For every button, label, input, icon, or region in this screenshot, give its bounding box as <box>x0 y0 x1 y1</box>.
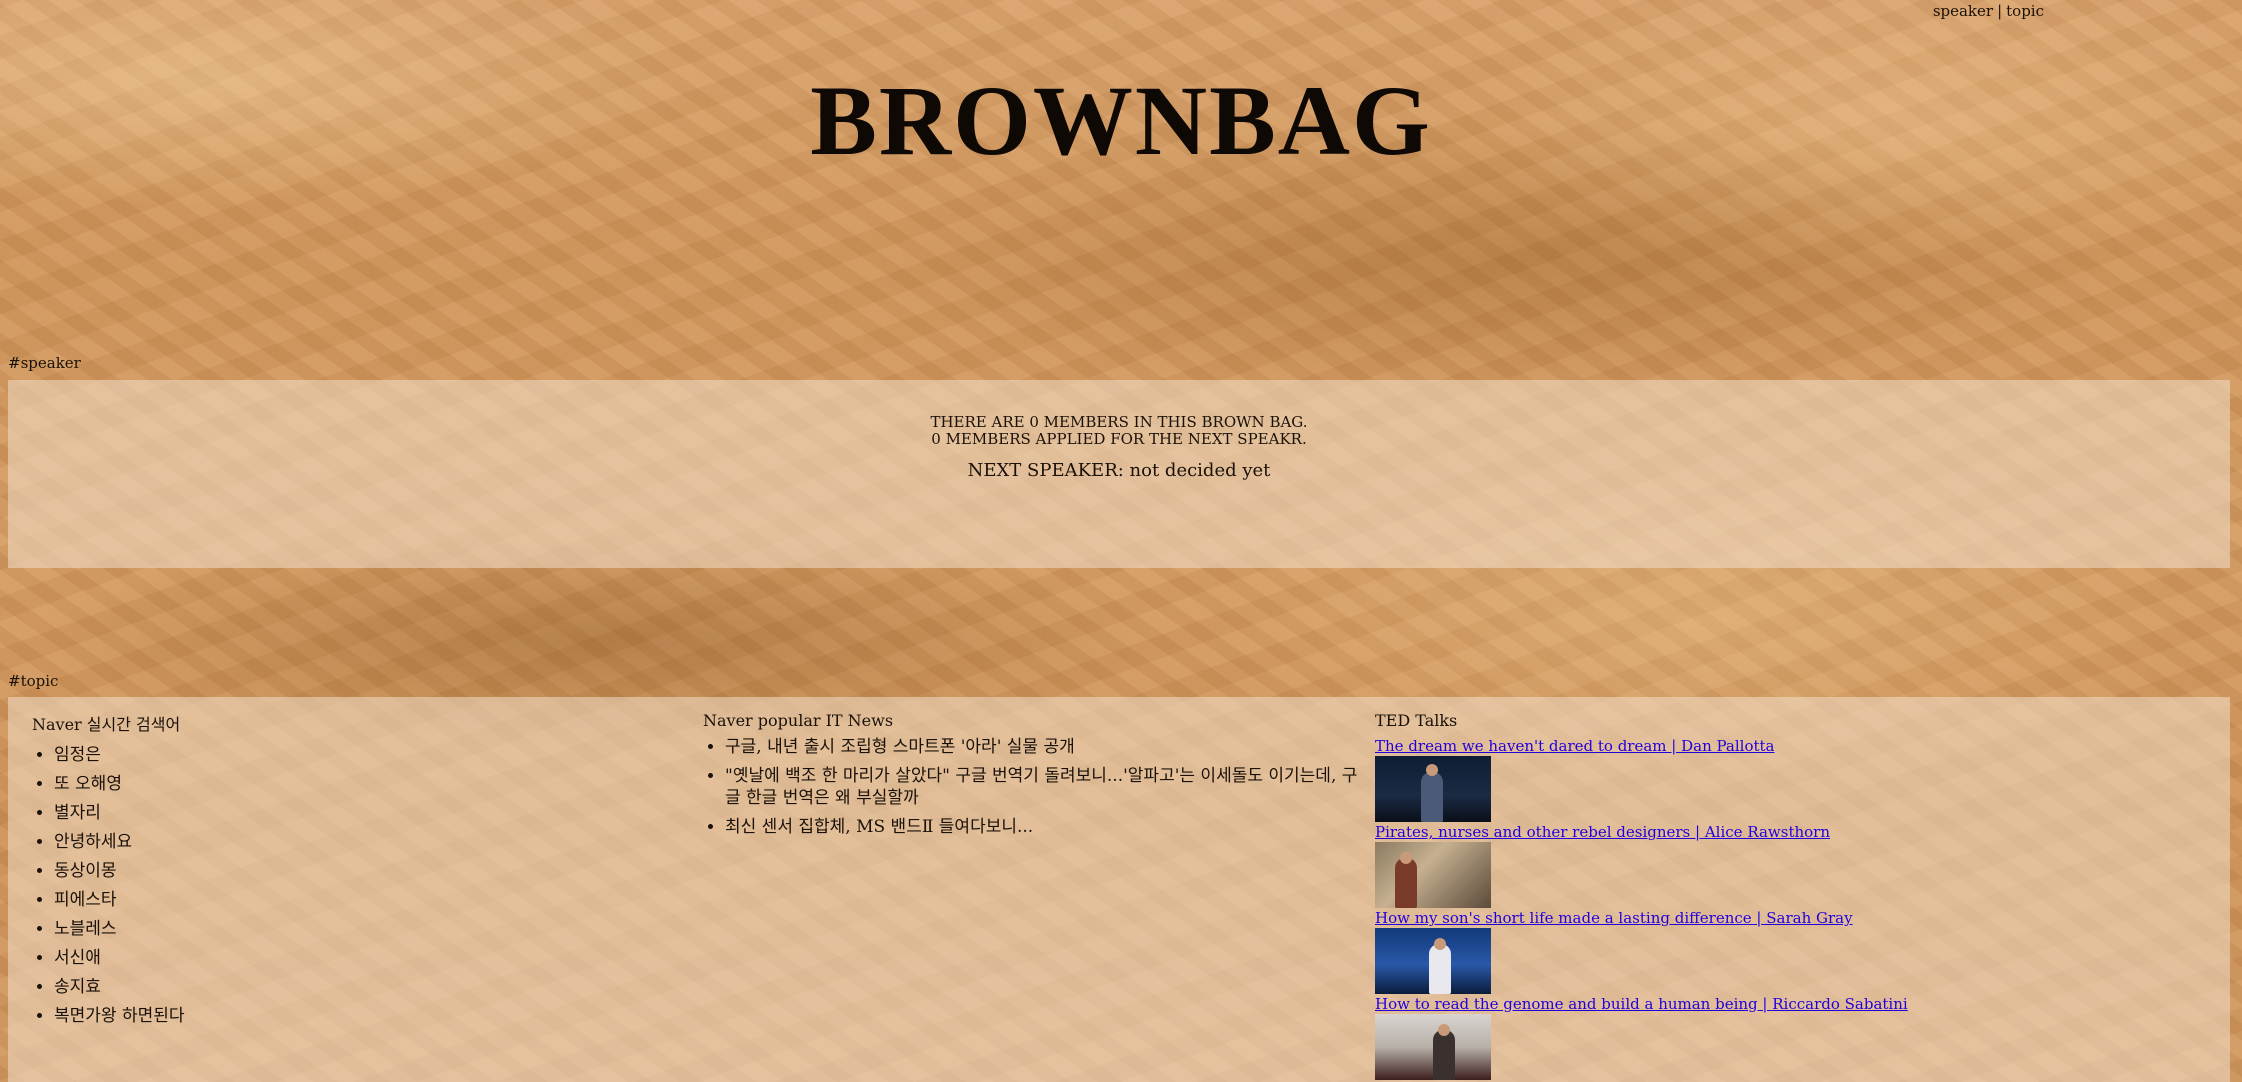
list-item: 임정은 <box>54 741 672 770</box>
speaker-figure <box>1429 944 1451 994</box>
ted-talk-link[interactable]: Pirates, nurses and other rebel designer… <box>1375 822 2195 842</box>
ted-talk-item: How to read the genome and build a human… <box>1375 994 2195 1080</box>
speaker-figure <box>1421 772 1443 822</box>
members-count-text: There are 0 members in this brown bag. <box>930 413 1308 431</box>
naver-search-list: 임정은 또 오해영 별자리 안녕하세요 동상이몽 피에스타 노블레스 서신애 송… <box>32 741 672 1031</box>
ted-talk-link[interactable]: The dream we haven't dared to dream | Da… <box>1375 736 2195 756</box>
speaker-head <box>1438 1024 1450 1036</box>
speaker-info: There are 0 members in this brown bag. 0… <box>8 414 2230 448</box>
list-item: 또 오해영 <box>54 770 672 799</box>
topic-section-label: #topic <box>8 672 59 690</box>
ted-talk-thumbnail[interactable] <box>1375 1014 1491 1080</box>
it-news-heading: Naver popular IT News <box>703 711 894 730</box>
topic-panel: Naver 실시간 검색어 임정은 또 오해영 별자리 안녕하세요 동상이몽 피… <box>8 697 2230 1082</box>
list-item: 최신 센서 집합체, MS 밴드Ⅱ 들여다보니... <box>725 816 1363 838</box>
speaker-figure <box>1433 1030 1455 1080</box>
list-item: 안녕하세요 <box>54 828 672 857</box>
ted-talk-item: The dream we haven't dared to dream | Da… <box>1375 736 2195 822</box>
ted-talk-thumbnail[interactable] <box>1375 842 1491 908</box>
speaker-panel: There are 0 members in this brown bag. 0… <box>8 380 2230 568</box>
ted-talk-item: Pirates, nurses and other rebel designer… <box>1375 822 2195 908</box>
list-item: 피에스타 <box>54 886 672 915</box>
it-news-column: Naver popular IT News 구글, 내년 출시 조립형 스마트폰… <box>703 711 1363 845</box>
applied-count-text: 0 members applied for the next speakr. <box>931 430 1307 448</box>
list-item: 구글, 내년 출시 조립형 스마트폰 '아라' 실물 공개 <box>725 736 1363 758</box>
nav-separator: | <box>1997 2 2003 20</box>
it-news-list: 구글, 내년 출시 조립형 스마트폰 '아라' 실물 공개 "옛날에 백조 한 … <box>703 736 1363 838</box>
ted-talk-link[interactable]: How to read the genome and build a human… <box>1375 994 2195 1014</box>
naver-search-heading: Naver 실시간 검색어 <box>32 715 181 734</box>
nav-link-topic[interactable]: topic <box>2006 2 2044 20</box>
list-item: 별자리 <box>54 799 672 828</box>
next-speaker-text: NEXT SPEAKER: not decided yet <box>967 460 1271 481</box>
speaker-head <box>1434 938 1446 950</box>
speaker-section-label: #speaker <box>8 354 81 372</box>
ted-talk-item: How my son's short life made a lasting d… <box>1375 908 2195 994</box>
list-item: 서신애 <box>54 944 672 973</box>
list-item: 동상이몽 <box>54 857 672 886</box>
ted-talk-link[interactable]: How my son's short life made a lasting d… <box>1375 908 2195 928</box>
top-nav: speaker | topic <box>1933 2 2044 20</box>
site-title: BROWNBAG <box>810 65 1432 176</box>
nav-link-speaker[interactable]: speaker <box>1933 2 1993 20</box>
list-item: 노블레스 <box>54 915 672 944</box>
list-item: 복면가왕 하면된다 <box>54 1002 672 1031</box>
naver-search-column: Naver 실시간 검색어 임정은 또 오해영 별자리 안녕하세요 동상이몽 피… <box>32 711 672 1031</box>
list-item: 송지효 <box>54 973 672 1002</box>
ted-talks-heading: TED Talks <box>1375 711 1458 730</box>
ted-talk-thumbnail[interactable] <box>1375 756 1491 822</box>
ted-talks-column: TED Talks The dream we haven't dared to … <box>1375 711 2195 1080</box>
list-item: "옛날에 백조 한 마리가 살았다" 구글 번역기 돌려보니...'알파고'는 … <box>725 765 1363 809</box>
ted-talk-thumbnail[interactable] <box>1375 928 1491 994</box>
speaker-head <box>1400 852 1412 864</box>
speaker-figure <box>1395 858 1417 908</box>
speaker-head <box>1426 764 1438 776</box>
